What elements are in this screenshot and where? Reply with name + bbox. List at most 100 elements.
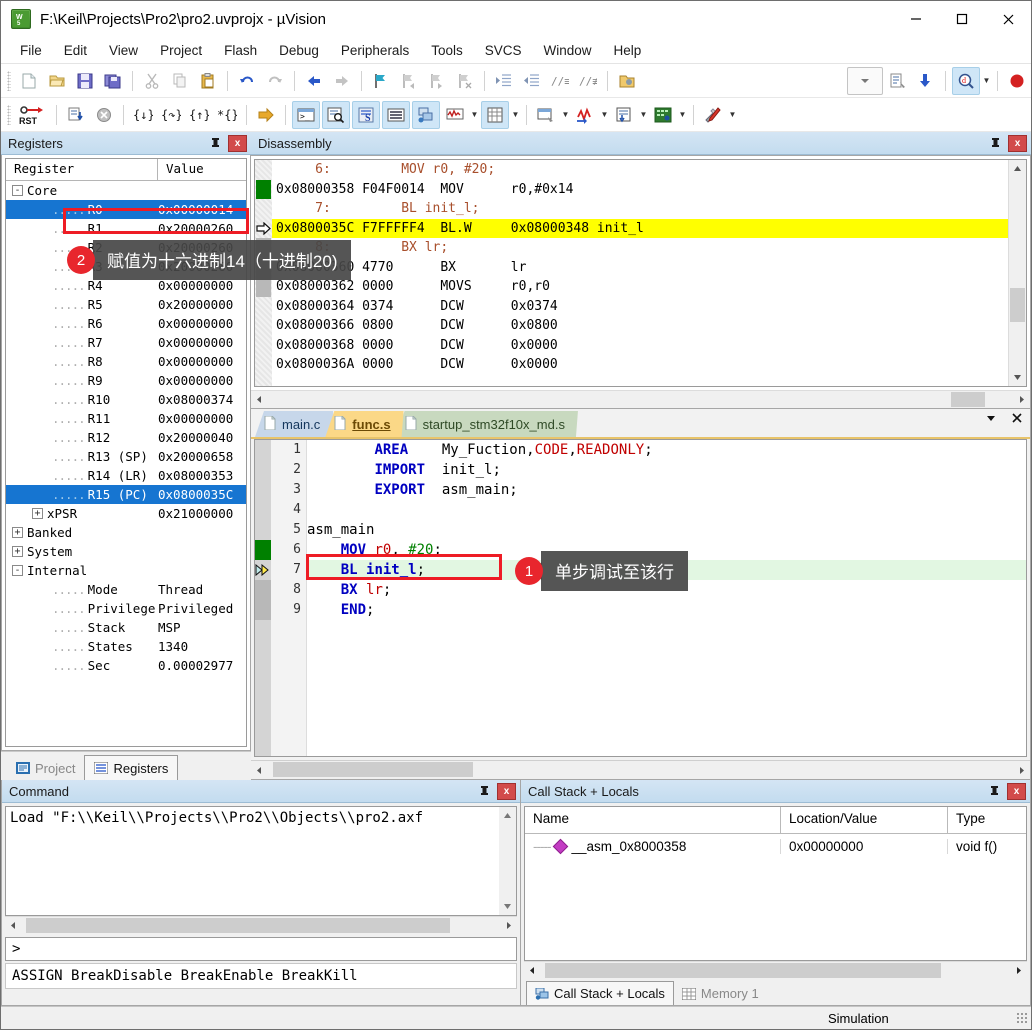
register-row[interactable]: ..... R0 0x00000014	[6, 200, 246, 219]
menu-view[interactable]: View	[98, 40, 149, 61]
disassembly-lines[interactable]: 6: MOV r0, #20; 0x08000358 F04F0014 MOV r…	[272, 160, 1008, 386]
chevron-down-icon[interactable]: ▼	[638, 102, 649, 128]
toolbox-icon[interactable]	[700, 102, 726, 128]
collapse-icon[interactable]: -	[12, 565, 23, 576]
scrollbar-thumb[interactable]	[545, 963, 941, 978]
chevron-down-icon[interactable]: ▼	[599, 102, 610, 128]
disassembly-instruction-line[interactable]: 0x08000360 4770 BX lr	[272, 258, 1008, 278]
disassembly-horizontal-scrollbar[interactable]	[251, 390, 1030, 408]
register-row[interactable]: ..... R14 (LR) 0x08000353	[6, 466, 246, 485]
menu-file[interactable]: File	[9, 40, 53, 61]
disassembly-instruction-line[interactable]: 0x08000362 0000 MOVS r0,r0	[272, 277, 1008, 297]
scroll-right-icon[interactable]	[1010, 962, 1027, 979]
disassembly-gutter[interactable]	[255, 160, 272, 386]
editor-gutter[interactable]	[255, 440, 271, 756]
registers-tree[interactable]: Register Value - Core..... R0 0x00000014...…	[5, 158, 247, 747]
navigate-back-icon[interactable]	[301, 68, 327, 94]
copy-icon[interactable]	[167, 68, 193, 94]
maximize-button[interactable]	[939, 1, 985, 37]
symbols-window-icon[interactable]: S	[352, 100, 380, 129]
disassembly-instruction-line[interactable]: 0x08000364 0374 DCW 0x0374	[272, 297, 1008, 317]
register-row[interactable]: ..... R2 0x20000260	[6, 238, 246, 257]
manage-runtime-icon[interactable]	[913, 68, 939, 94]
tab-main-c[interactable]: main.c	[255, 411, 333, 437]
comment-icon[interactable]: //≡	[547, 68, 573, 94]
system-viewer-icon[interactable]	[650, 102, 676, 128]
close-icon[interactable]: x	[228, 134, 247, 152]
tab-registers[interactable]: Registers	[84, 755, 179, 780]
register-row[interactable]: ..... Stack MSP	[6, 618, 246, 637]
editor-body[interactable]: 123456789 AREA My_Fuction,CODE,READONLY;…	[254, 439, 1027, 757]
tab-call-stack-locals[interactable]: Call Stack + Locals	[526, 981, 674, 1005]
table-row[interactable]: ----- __asm_0x8000358 0x00000000 void f(…	[525, 834, 1026, 858]
register-row[interactable]: ..... Sec 0.00002977	[6, 656, 246, 675]
indent-icon[interactable]	[491, 68, 517, 94]
run-icon[interactable]	[63, 102, 89, 128]
register-row[interactable]: ..... R4 0x00000000	[6, 276, 246, 295]
step-over-icon[interactable]: {↷}	[158, 102, 184, 128]
tab-project[interactable]: Project	[7, 756, 85, 780]
navigate-forward-icon[interactable]	[329, 68, 355, 94]
save-icon[interactable]	[72, 68, 98, 94]
menu-peripherals[interactable]: Peripherals	[330, 40, 420, 61]
disassembly-instruction-line[interactable]: 0x08000358 F04F0014 MOV r0,#0x14	[272, 180, 1008, 200]
memory-window-icon[interactable]	[481, 100, 509, 129]
save-all-icon[interactable]	[100, 68, 126, 94]
pin-icon[interactable]	[986, 783, 1002, 799]
call-stack-window-icon[interactable]	[412, 100, 440, 129]
menu-help[interactable]: Help	[603, 40, 653, 61]
disassembly-vertical-scrollbar[interactable]	[1008, 160, 1026, 386]
register-row[interactable]: ..... R12 0x20000040	[6, 428, 246, 447]
command-output[interactable]: Load "F:\\Keil\\Projects\\Pro2\\Objects\…	[5, 806, 517, 916]
disassembly-instruction-line[interactable]: 0x08000366 0800 DCW 0x0800	[272, 316, 1008, 336]
editor-code-line[interactable]: EXPORT asm_main;	[307, 480, 1026, 500]
menu-project[interactable]: Project	[149, 40, 213, 61]
scrollbar-thumb[interactable]	[273, 762, 473, 777]
close-icon[interactable]: x	[1007, 782, 1026, 800]
editor-code-line[interactable]	[307, 500, 1026, 520]
register-row[interactable]: ..... R13 (SP) 0x20000658	[6, 447, 246, 466]
register-row[interactable]: ..... Mode Thread	[6, 580, 246, 599]
menu-svcs[interactable]: SVCS	[474, 40, 533, 61]
editor-code-line[interactable]: IMPORT init_l;	[307, 460, 1026, 480]
pin-icon[interactable]	[987, 135, 1003, 151]
menu-window[interactable]: Window	[532, 40, 602, 61]
register-row[interactable]: ..... R9 0x00000000	[6, 371, 246, 390]
bookmark-toggle-icon[interactable]	[368, 68, 394, 94]
editor-tab-dropdown-icon[interactable]	[984, 411, 998, 428]
register-row[interactable]: - Internal	[6, 561, 246, 580]
find-in-files-icon[interactable]: d	[952, 66, 980, 95]
callstack-table[interactable]: Name Location/Value Type ----- __asm_0x8…	[524, 806, 1027, 961]
callstack-horizontal-scrollbar[interactable]	[524, 961, 1027, 979]
menu-edit[interactable]: Edit	[53, 40, 98, 61]
register-row[interactable]: ..... R5 0x20000000	[6, 295, 246, 314]
expand-icon[interactable]: +	[12, 546, 23, 557]
scrollbar-thumb[interactable]	[1010, 288, 1025, 322]
register-row[interactable]: ..... R15 (PC) 0x0800035C	[6, 485, 246, 504]
serial-window-icon[interactable]	[533, 102, 559, 128]
scrollbar-thumb[interactable]	[26, 918, 450, 933]
close-icon[interactable]: x	[497, 782, 516, 800]
uncomment-icon[interactable]: //≢	[575, 68, 601, 94]
disassembly-instruction-line[interactable]: 0x0800035C F7FFFFF4 BL.W 0x08000348 init…	[272, 218, 1008, 238]
step-out-icon[interactable]: {↑}	[186, 102, 212, 128]
editor-code-line[interactable]: END;	[307, 600, 1026, 620]
register-row[interactable]: ..... R1 0x20000260	[6, 219, 246, 238]
close-icon[interactable]: x	[1008, 134, 1027, 152]
open-folder-icon[interactable]	[614, 68, 640, 94]
expand-icon[interactable]: +	[12, 527, 23, 538]
scroll-down-icon[interactable]	[499, 898, 516, 915]
minimize-button[interactable]	[893, 1, 939, 37]
chevron-down-icon[interactable]: ▼	[560, 102, 571, 128]
scroll-left-icon[interactable]	[5, 917, 22, 934]
scroll-right-icon[interactable]	[500, 917, 517, 934]
disassembly-instruction-line[interactable]: 0x0800036A 0000 DCW 0x0000	[272, 355, 1008, 375]
register-row[interactable]: + Banked	[6, 523, 246, 542]
pin-icon[interactable]	[207, 135, 223, 151]
target-select-dropdown[interactable]	[847, 66, 883, 95]
register-row[interactable]: ..... R3 0x20000260	[6, 257, 246, 276]
undo-icon[interactable]	[234, 68, 260, 94]
toolbar-grip[interactable]	[7, 104, 11, 125]
register-row[interactable]: + xPSR 0x21000000	[6, 504, 246, 523]
editor-code-line[interactable]: BL init_l;	[307, 560, 1026, 580]
